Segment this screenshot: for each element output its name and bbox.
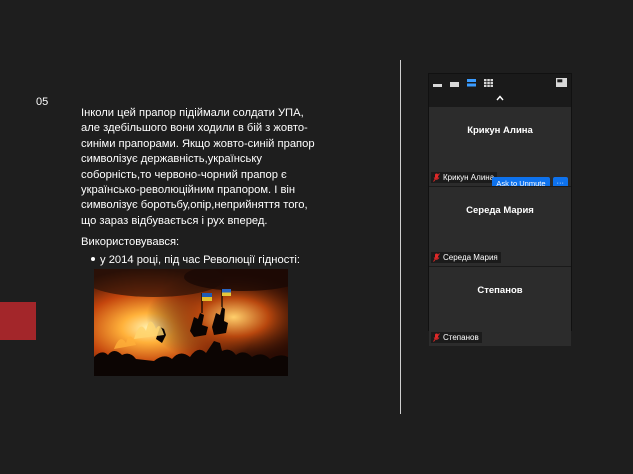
participant-nametag-text: Крикун Алина [443,173,495,182]
paragraph-line: синіми прапорами. Якщо жовто-синій прапо… [81,137,315,150]
speaker-view-icon[interactable] [433,79,442,87]
participant-tile[interactable]: Степанов Степанов [429,266,571,346]
participant-name: Середа Мария [466,205,534,216]
strip-view-icon[interactable] [467,79,476,87]
fire-scene-image [94,269,288,376]
revolution-photo [94,269,288,376]
paragraph-line: але здебільшого вони ходили в бій з жовт… [81,122,308,135]
participant-nametag-text: Середа Мария [443,253,498,262]
slide-body: Інколи цей прапор підіймали солдати УПА,… [81,106,351,268]
grid-view-icon[interactable] [484,79,493,87]
bullet-dot-icon [91,256,95,261]
participant-nametag: Крикун Алина [431,172,498,183]
video-gallery-panel: Крикун Алина Крикун Алина Ask to Unmute … [428,73,572,346]
paragraph-line: соборність,то червоно-чорний прапор є [81,168,287,181]
paragraph-line: що зараз відбувається і рух вперед. [81,214,268,227]
participant-tile[interactable]: Середа Мария Середа Мария [429,186,571,266]
participant-nametag: Степанов [431,332,482,343]
participant-name: Крикун Алина [467,125,533,136]
paragraph-line: символізує боротьбу,опір,неприйняття тог… [81,199,308,212]
popout-icon[interactable] [556,78,567,87]
collapse-button[interactable] [429,92,571,106]
slide-number: 05 [36,96,49,108]
mic-muted-icon [433,173,440,182]
paragraph-line: Інколи цей прапор підіймали солдати УПА, [81,107,304,119]
participant-name: Степанов [477,285,523,296]
gallery-toolbar [429,74,571,92]
presentation-screen: 05 Інколи цей прапор підіймали солдати У… [0,0,633,474]
slide-accent-block [0,302,36,340]
mic-muted-icon [433,333,440,342]
participant-nametag-text: Степанов [443,333,479,342]
bullet-text: у 2014 році, під час Революції гідності: [100,253,301,266]
participant-nametag: Середа Мария [431,252,501,263]
vertical-divider [400,60,401,414]
chevron-up-icon [496,95,504,101]
mic-muted-icon [433,253,440,262]
participant-tile[interactable]: Крикун Алина Крикун Алина Ask to Unmute … [429,106,571,190]
paragraph-line: українсько-революційним прапором. І він [81,184,296,197]
paragraph-line: символізує державність,українську [81,153,262,166]
bullet-item: у 2014 році, під час Революції гідності: [81,253,351,268]
minimize-view-icon[interactable] [450,79,459,87]
used-label: Використовувався: [81,236,180,249]
